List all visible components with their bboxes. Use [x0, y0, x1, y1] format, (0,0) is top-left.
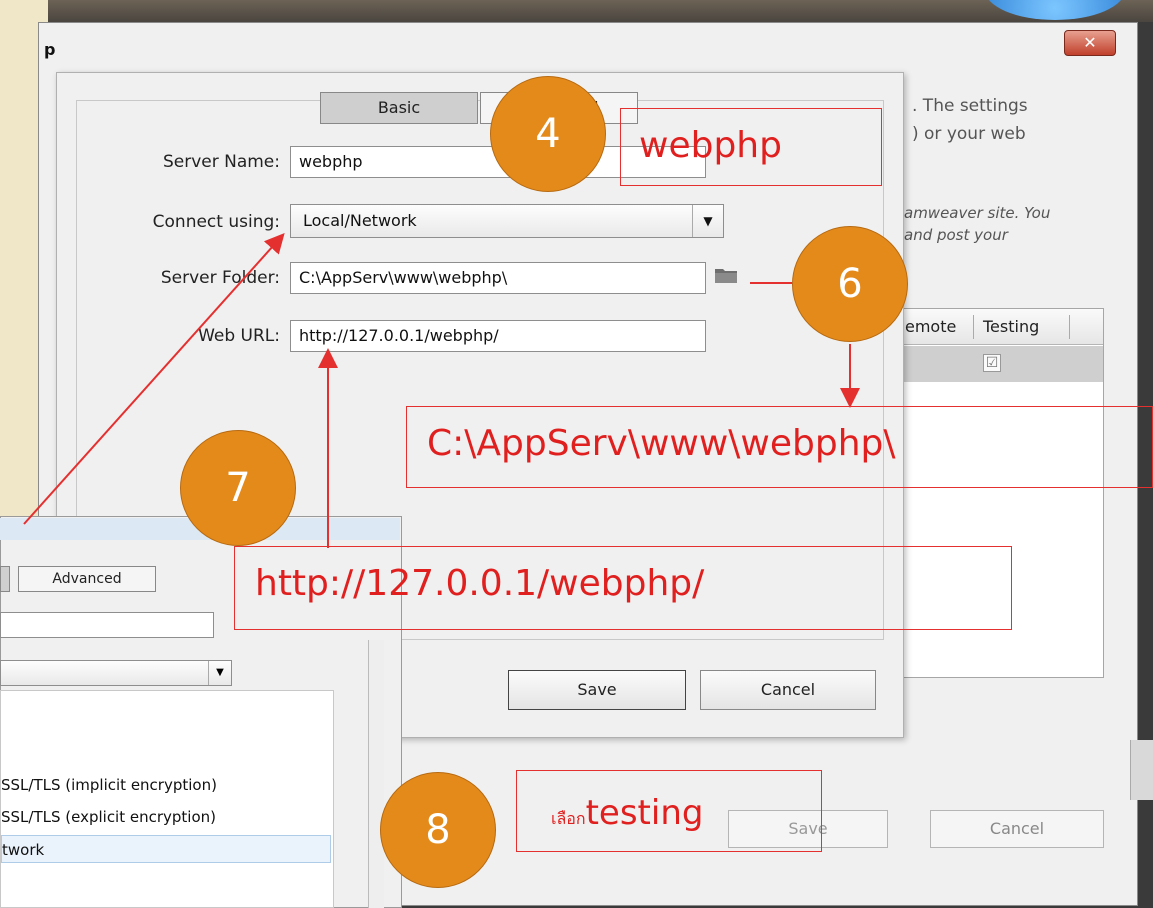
note-select-thai: เลือก [551, 809, 586, 828]
note-select-testing: เลือกtesting [516, 770, 822, 852]
step-8-marker: 8 [380, 772, 496, 888]
step-4-marker: 4 [490, 76, 606, 192]
step-7-marker: 7 [180, 430, 296, 546]
note-server-folder: C:\AppServ\www\webphp\ [406, 406, 1153, 488]
note-testing: testing [585, 793, 704, 833]
note-web-url: http://127.0.0.1/webphp/ [234, 546, 1012, 630]
step-6-marker: 6 [792, 226, 908, 342]
note-server-name: webphp [620, 108, 882, 186]
